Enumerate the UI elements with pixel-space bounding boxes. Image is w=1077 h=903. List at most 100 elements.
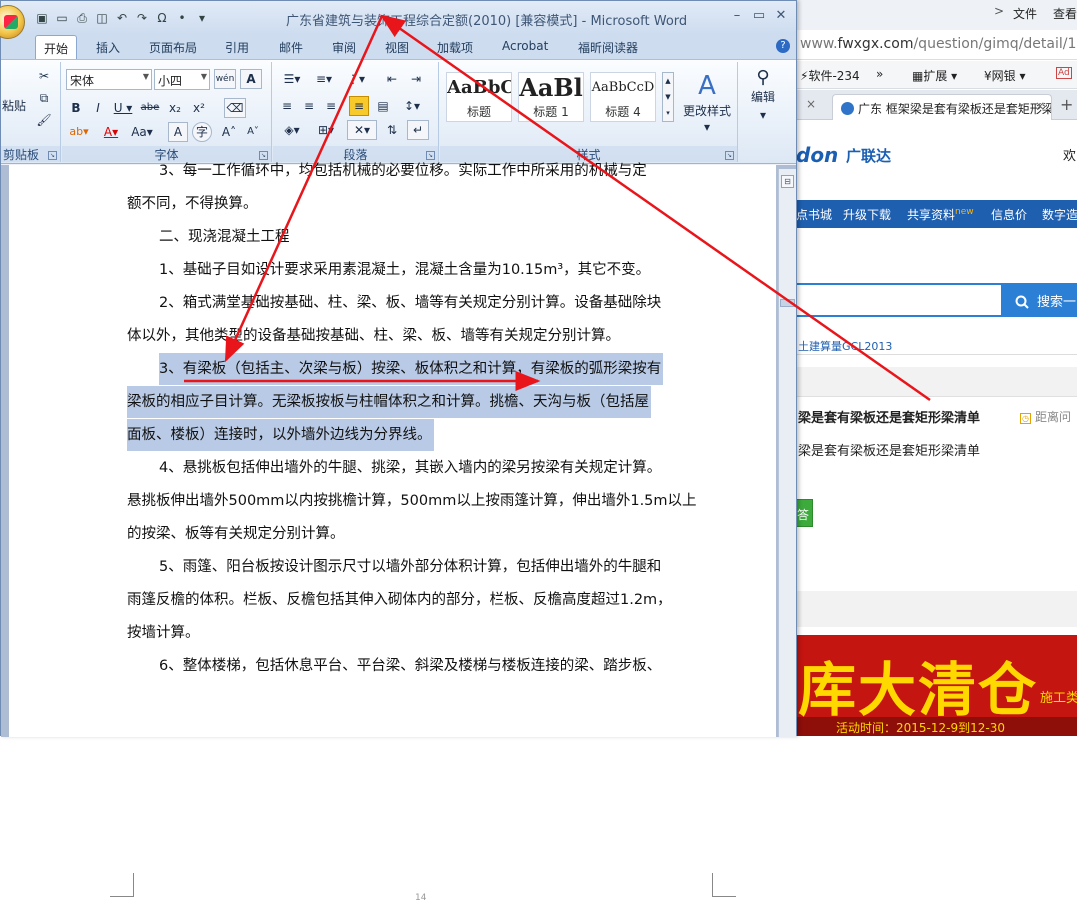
document-line[interactable]: 雨篷反檐的体积。栏板、反檐包括其伸入砌体内的部分，栏板、反檐高度超过1.2m， [127,584,672,616]
document-line[interactable]: 6、整体楼梯，包括休息平台、平台梁、斜梁及楼梯与楼板连接的梁、踏步板、 [159,650,661,682]
document-line[interactable]: 2、箱式满堂基础按基础、柱、梁、板、墙等有关规定分别计算。设备基础除块 [159,287,661,319]
document-line[interactable]: 体以外，其他类型的设备基础按基础、柱、梁、板、墙等有关规定分别计算。 [127,320,620,352]
undo-icon[interactable]: ↶ [113,10,131,26]
enclose-char-button[interactable]: 字 [192,122,212,142]
clear-format-icon[interactable]: ⌫ [224,98,246,118]
bold-button[interactable]: B [66,98,86,118]
breadcrumb[interactable]: 土建算量GCL2013 [796,337,1077,355]
bullet-icon[interactable]: • [173,10,191,26]
ruler-toggle-icon[interactable]: ⊟ [781,175,794,188]
font-size-combo[interactable]: 小四 ▼ [154,69,210,90]
shrink-font-button[interactable]: A˅ [242,122,264,142]
tab-acrobat[interactable]: Acrobat [502,39,548,53]
tab-mailings[interactable]: 邮件 [279,39,303,56]
promo-banner[interactable]: 库大清仓 施工类 活动时间：2015-12-9到12-30 [796,635,1077,736]
align-left-icon[interactable]: ≡ [277,96,297,116]
document-line[interactable]: 额不同，不得换算。 [127,188,258,220]
open-icon[interactable]: ▭ [53,10,71,26]
favorite-software[interactable]: ⚡软件-234 [800,67,860,84]
document-line[interactable]: 3、每一工作循环中，均包括机械的必要位移。实际工作中所采用的机械与定 [159,155,647,187]
document-line[interactable]: 悬挑板伸出墙外500mm以内按挑檐计算，500mm以上按雨篷计算，伸出墙外1.5… [127,485,697,517]
increase-indent-icon[interactable]: ⇥ [405,69,427,89]
underline-button[interactable]: U ▾ [110,98,136,118]
paste-button[interactable]: 粘贴 [0,68,29,134]
tab-home[interactable]: 开始 [35,35,77,59]
document-line[interactable]: 二、现浇混凝土工程 [159,221,290,253]
dialog-launcher-icon[interactable]: ↘ [48,151,57,160]
vertical-scrollbar[interactable]: ⊟ [778,169,796,737]
minimize-icon[interactable]: – [726,8,748,23]
new-tab-button[interactable]: + [1060,95,1073,114]
ad-icon[interactable]: Ad [1056,67,1072,79]
nav-item-digital[interactable]: 数字造 [1042,206,1077,223]
search-input[interactable] [796,283,1003,317]
tab-page-layout[interactable]: 页面布局 [149,39,197,56]
subscript-button[interactable]: x₂ [164,98,186,118]
nav-item-price[interactable]: 信息价 [991,206,1027,223]
tab-foxit-reader[interactable]: 福昕阅读器 [578,39,638,56]
maximize-icon[interactable]: ▭ [748,8,770,23]
grow-font-button[interactable]: A˄ [218,122,240,142]
char-border-button[interactable]: A [240,69,262,89]
document-line-selected[interactable]: 面板、楼板）连接时，以外墙外边线为分界线。 [127,419,434,451]
phonetic-guide-button[interactable]: wén [214,69,236,89]
menu-view[interactable]: 查看 [1053,5,1077,22]
tab-addins[interactable]: 加载项 [437,39,473,56]
favorites-more[interactable]: » [876,67,883,81]
font-name-combo[interactable]: 宋体 ▼ [66,69,152,90]
italic-button[interactable]: I [88,98,108,118]
nav-item-bookstore[interactable]: 点书城 [796,206,832,223]
close-tab-icon[interactable]: × [1035,99,1045,113]
print-icon[interactable]: ⎙ [73,10,91,26]
shading-icon[interactable]: ◈▾ [277,120,307,140]
document-line[interactable]: 按墙计算。 [127,617,200,649]
styles-gallery-scroll[interactable]: ▲ ▼ ▾ [662,72,674,122]
tab-view[interactable]: 视图 [385,39,409,56]
font-color-button[interactable]: A▾ [98,122,124,142]
dialog-launcher-icon[interactable]: ↘ [725,151,734,160]
tab-references[interactable]: 引用 [225,39,249,56]
bullets-icon[interactable]: ☰▾ [277,69,307,89]
document-line[interactable]: 1、基础子目如设计要求采用素混凝土，混凝土含量为10.15m³，其它不变。 [159,254,650,286]
sort-icon[interactable]: ⇅ [381,120,403,140]
style-heading-4[interactable]: AaBbCcD 标题 4 [590,72,656,122]
copy-icon[interactable]: ⧉ [34,88,54,108]
browser-tab-active[interactable]: 广东 框架梁是套有梁板还是套矩形梁 × [832,94,1052,120]
nav-item-download[interactable]: 升级下载 [843,206,891,223]
document-line[interactable]: 4、悬挑板包括伸出墙外的牛腿、挑梁，其嵌入墙内的梁另按梁有关规定计算。 [159,452,661,484]
menu-file[interactable]: 文件 [1013,5,1037,22]
strikethrough-button[interactable]: abe [138,98,162,118]
close-icon[interactable]: ✕ [770,8,792,23]
superscript-button[interactable]: x² [188,98,210,118]
char-shading-button[interactable]: A [168,122,188,142]
redo-icon[interactable]: ↷ [133,10,151,26]
search-button[interactable]: 搜索一 [1003,283,1077,317]
distributed-icon[interactable]: ▤ [373,96,393,116]
tab-insert[interactable]: 插入 [96,39,120,56]
line-spacing-icon[interactable]: ↕▾ [397,96,427,116]
chinese-layout-icon[interactable]: ✕▾ [347,120,377,140]
change-styles-button[interactable]: A 更改样式 ▾ [678,68,736,138]
answer-button[interactable]: 答 [796,499,813,527]
document-line[interactable]: 5、雨篷、阳台板按设计图示尺寸以墙外部分体积计算，包括伸出墙外的牛腿和 [159,551,661,583]
close-tab-icon[interactable]: × [806,97,816,111]
print-preview-icon[interactable]: ◫ [93,10,111,26]
multilevel-list-icon[interactable]: ⋮▾ [341,69,371,89]
editing-button[interactable]: ⚲ 编辑 ▾ [743,68,783,138]
format-painter-icon[interactable]: 🖌 [34,110,54,130]
numbering-icon[interactable]: ≡▾ [309,69,339,89]
align-center-icon[interactable]: ≡ [299,96,319,116]
align-right-icon[interactable]: ≡ [321,96,341,116]
scrollbar-thumb[interactable] [780,299,795,307]
highlight-button[interactable]: ab▾ [66,122,92,142]
change-case-button[interactable]: Aa▾ [128,122,156,142]
save-icon[interactable]: ▣ [33,10,51,26]
document-line-selected[interactable]: 3、有梁板（包括主、次梁与板）按梁、板体积之和计算，有梁板的弧形梁按有 [159,353,664,385]
symbol-icon[interactable]: Ω [153,10,171,26]
style-title[interactable]: AaBbC 标题 [446,72,512,122]
cut-icon[interactable]: ✂ [34,66,54,86]
customize-qat-icon[interactable]: ▾ [193,10,211,26]
style-heading-1[interactable]: AaBl 标题 1 [518,72,584,122]
document-line[interactable]: 的按梁、板等有关规定分别计算。 [127,518,345,550]
borders-icon[interactable]: ⊞▾ [311,120,341,140]
